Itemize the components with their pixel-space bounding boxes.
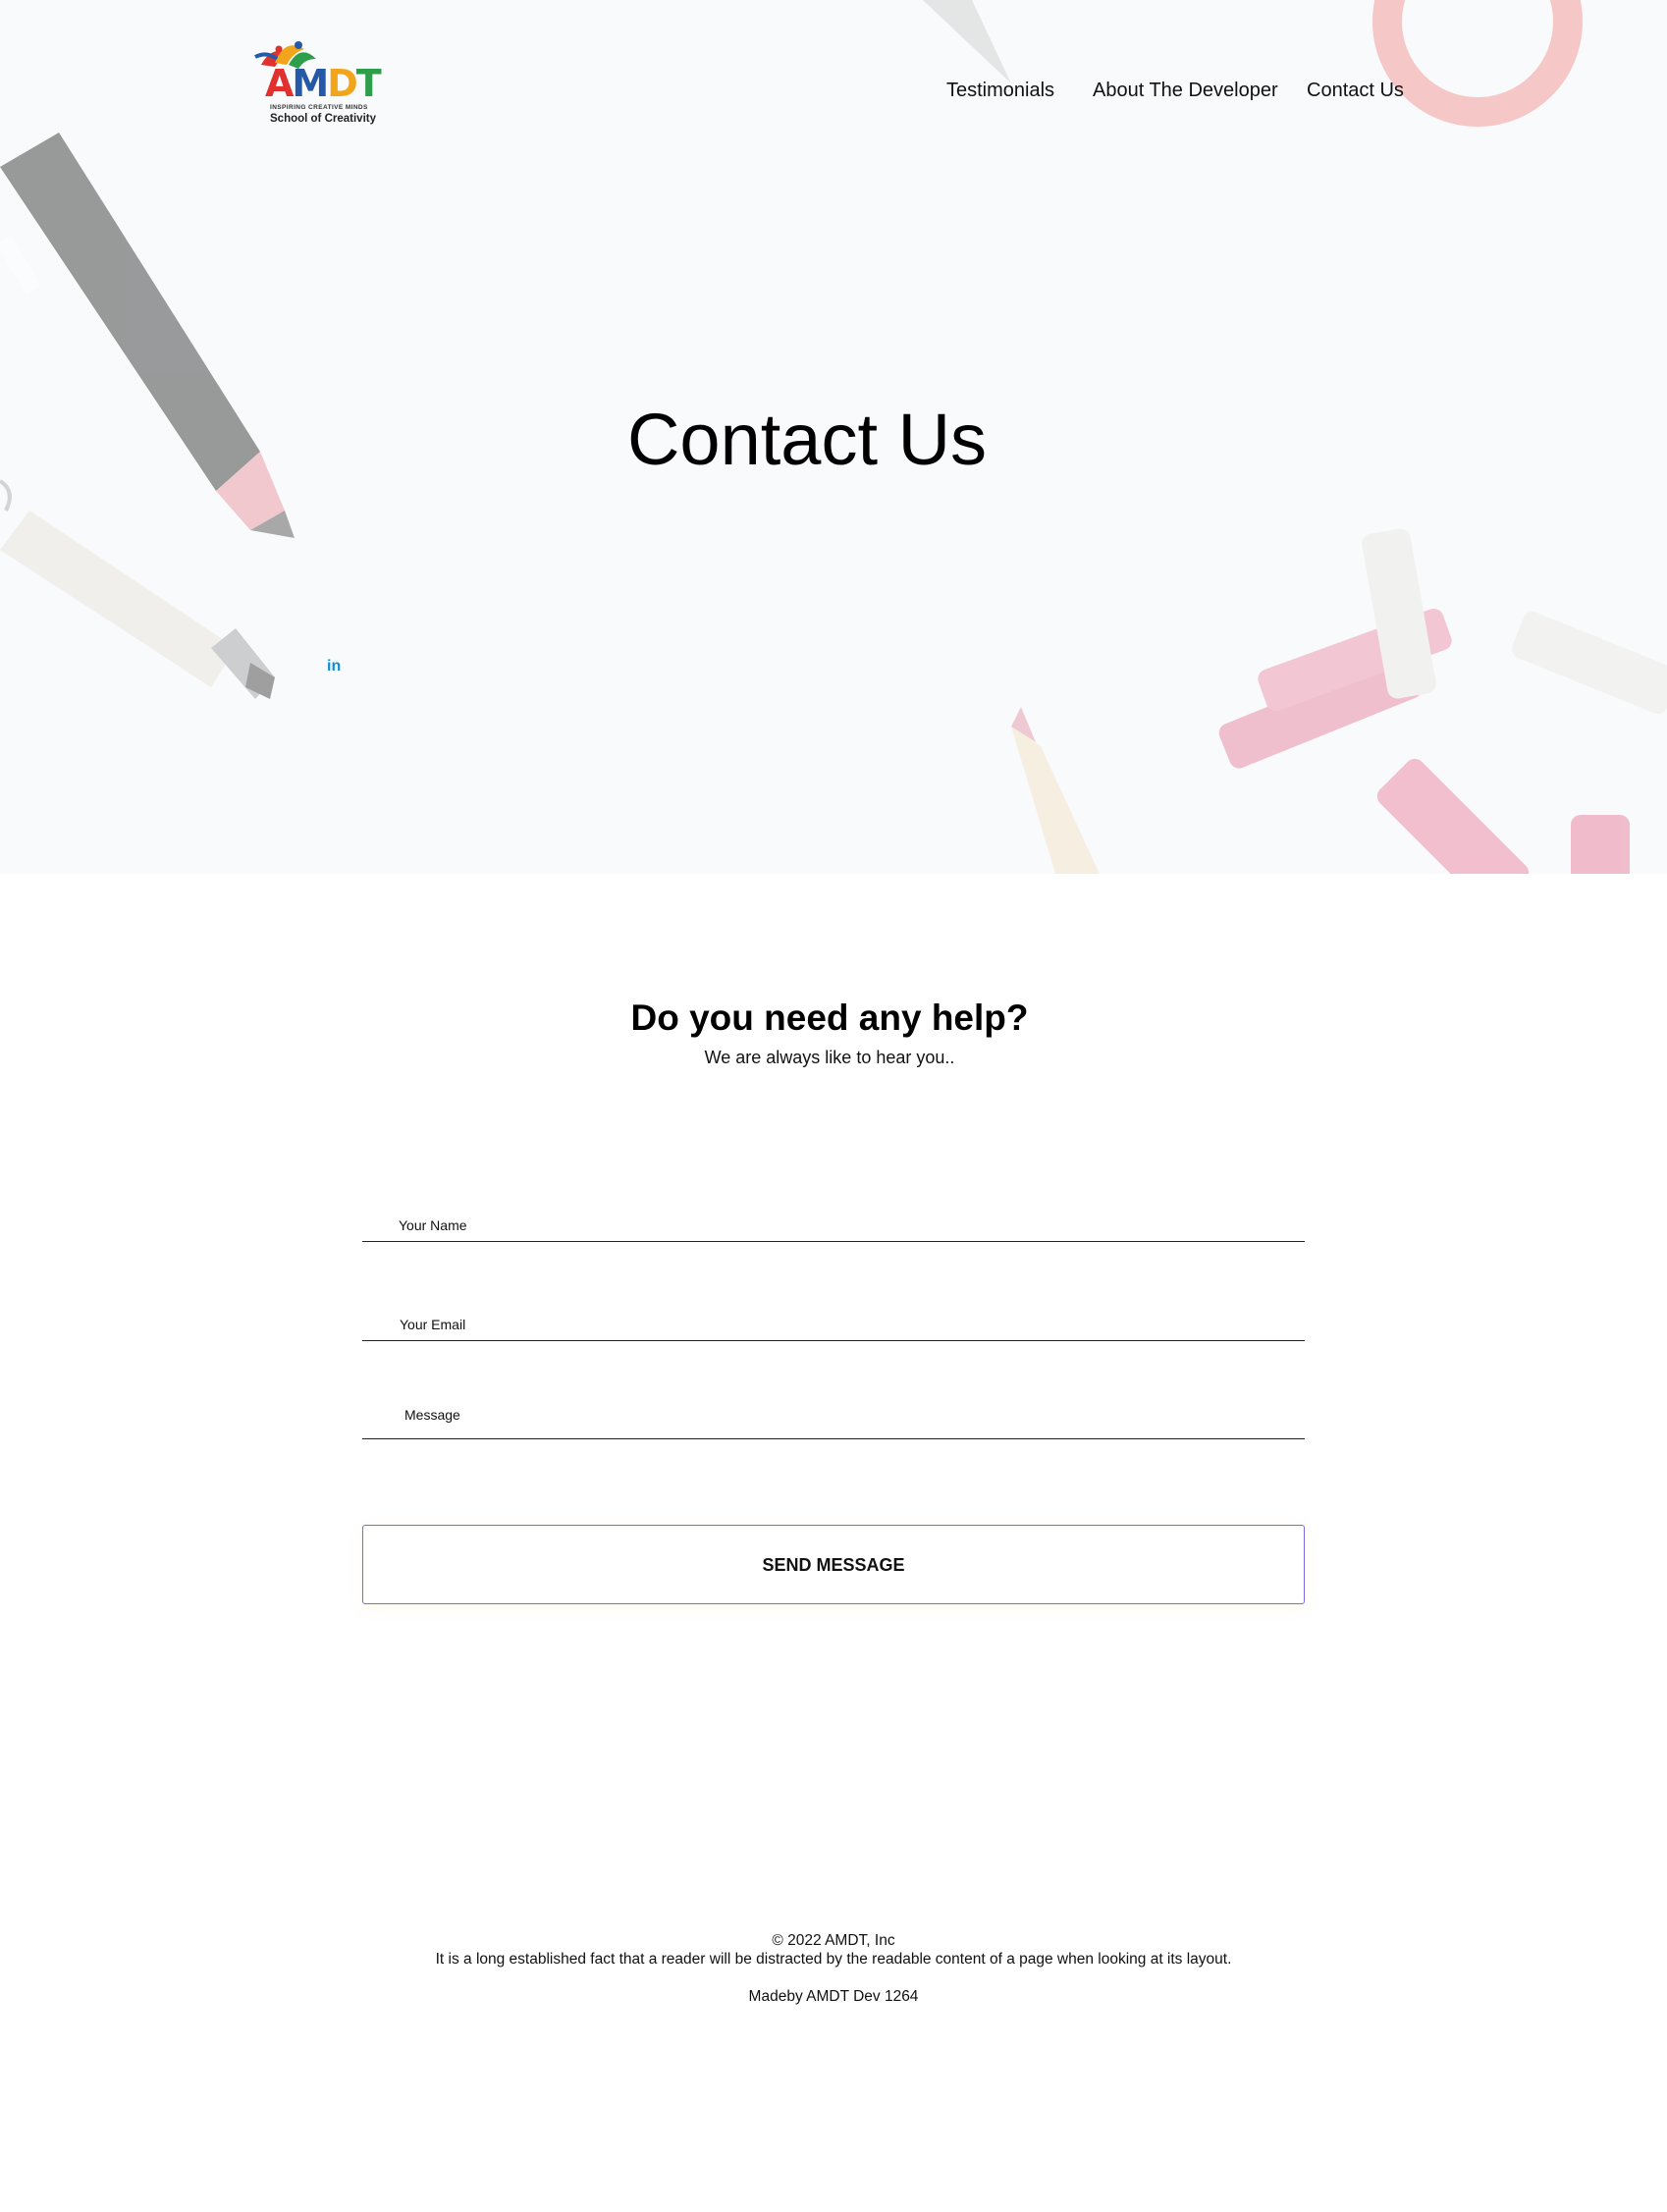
footer-credit: Madeby AMDT Dev 1264 [748,1988,919,2005]
help-heading: Do you need any help? [630,998,1029,1038]
logo-subtitle: School of Creativity [270,113,376,125]
footer-copyright: © 2022 AMDT, Inc [772,1932,895,1949]
linkedin-icon[interactable]: in [327,657,341,676]
name-field-wrapper [362,1196,1305,1242]
send-message-button[interactable]: SEND MESSAGE [362,1525,1305,1604]
nav-item-contact-us[interactable]: Contact Us [1307,80,1404,102]
email-input[interactable] [362,1295,1305,1340]
main-nav: Testimonials About The Developer Contact… [0,80,1667,105]
nav-item-testimonials[interactable]: Testimonials [946,80,1054,102]
name-input[interactable] [362,1196,1305,1241]
page-title: Contact Us [626,399,988,480]
logo-tagline: INSPIRING CREATIVE MINDS [270,104,368,111]
help-subheading: We are always like to hear you.. [704,1048,955,1067]
email-field-wrapper [362,1295,1305,1341]
message-input[interactable] [362,1393,1305,1438]
nav-item-about-the-developer[interactable]: About The Developer [1093,80,1278,102]
hero-section: AMDT INSPIRING CREATIVE MINDS School of … [0,0,1667,874]
footer-text: It is a long established fact that a rea… [435,1951,1232,1968]
message-field-wrapper [362,1393,1305,1439]
